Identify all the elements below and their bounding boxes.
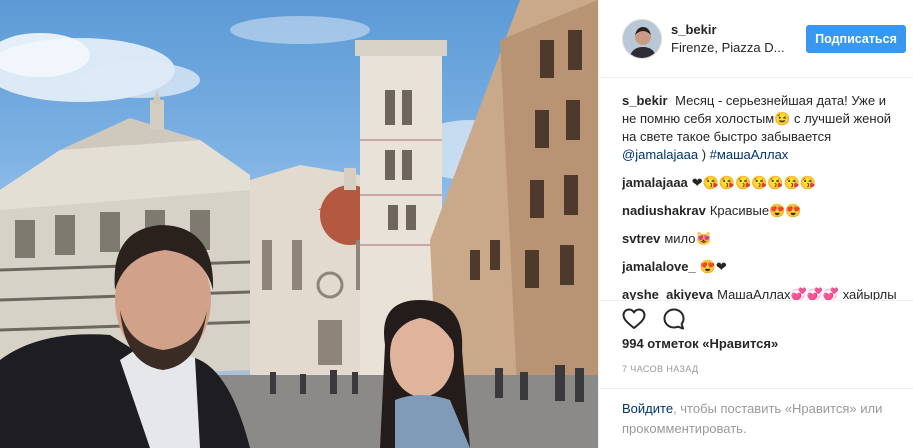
comments-list[interactable]: s_bekir Месяц - серьезнейшая дата! Уже и… bbox=[622, 88, 902, 300]
comment-text: Красивые😍😍 bbox=[709, 203, 802, 218]
login-link[interactable]: Войдите bbox=[622, 401, 673, 416]
post-side-panel: s_bekir Firenze, Piazza D... Подписаться… bbox=[598, 0, 913, 448]
caption-hashtag[interactable]: #машаАллах bbox=[710, 147, 789, 162]
comment-button[interactable] bbox=[661, 306, 687, 332]
comment-username[interactable]: nadiushakrav bbox=[622, 203, 706, 218]
heart-icon bbox=[622, 308, 646, 329]
action-bar bbox=[599, 300, 913, 336]
comment-item: jamalalove_ 😍❤ bbox=[622, 258, 902, 276]
post-caption: s_bekir Месяц - серьезнейшая дата! Уже и… bbox=[622, 92, 902, 164]
likes-count[interactable]: 994 отметок «Нравится» bbox=[622, 336, 778, 351]
post-timestamp[interactable]: 7 часов назад bbox=[622, 364, 699, 374]
avatar-image bbox=[623, 19, 661, 58]
comment-username[interactable]: svtrev bbox=[622, 231, 660, 246]
login-prompt: Войдите, чтобы поставить «Нравится» или … bbox=[599, 388, 913, 448]
comment-item: svtrev мило😻 bbox=[622, 230, 902, 248]
comment-item: ayshe_akiyevaМашаАллах💞💞💞 хайырлы олсун)… bbox=[622, 286, 902, 300]
post-photo[interactable] bbox=[0, 0, 598, 448]
comment-text: 😍❤ bbox=[699, 259, 727, 274]
follow-button[interactable]: Подписаться bbox=[806, 25, 906, 53]
instagram-post: s_bekir Firenze, Piazza D... Подписаться… bbox=[0, 0, 913, 448]
like-button[interactable] bbox=[621, 306, 647, 332]
comment-icon bbox=[663, 308, 685, 329]
header-text: s_bekir Firenze, Piazza D... bbox=[671, 21, 803, 57]
caption-username[interactable]: s_bekir bbox=[622, 93, 668, 108]
comment-text: ❤😘😘😘😘😘😘😘 bbox=[691, 175, 816, 190]
avatar[interactable] bbox=[622, 18, 662, 59]
header-location[interactable]: Firenze, Piazza D... bbox=[671, 39, 803, 57]
caption-mention[interactable]: @jamalajaaa bbox=[622, 147, 698, 162]
comment-text: мило😻 bbox=[664, 231, 712, 246]
comment-username[interactable]: jamalalove_ bbox=[622, 259, 696, 274]
photo-illustration bbox=[0, 0, 598, 448]
header-username[interactable]: s_bekir bbox=[671, 21, 803, 39]
comment-item: jamalajaaa ❤😘😘😘😘😘😘😘 bbox=[622, 174, 902, 192]
comment-username[interactable]: jamalajaaa bbox=[622, 175, 688, 190]
comment-item: nadiushakrav Красивые😍😍 bbox=[622, 202, 902, 220]
comment-username[interactable]: ayshe_akiyeva bbox=[622, 287, 713, 300]
post-header: s_bekir Firenze, Piazza D... Подписаться bbox=[599, 0, 913, 78]
caption-tail: ) bbox=[701, 147, 707, 162]
